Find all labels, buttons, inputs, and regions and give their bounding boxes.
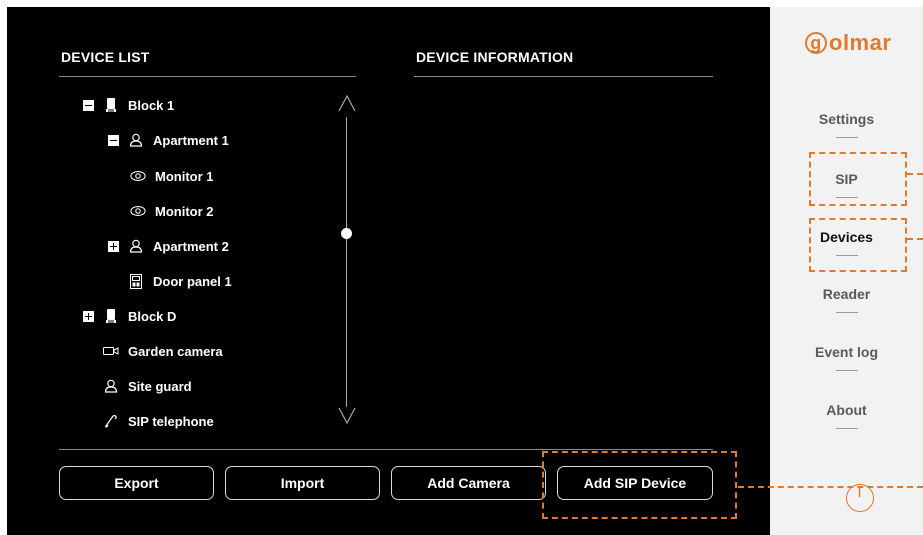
menu-reader[interactable]: Reader [770, 286, 923, 313]
export-button[interactable]: Export [59, 466, 214, 500]
menu-underline [835, 312, 858, 313]
device-info-title: DEVICE INFORMATION [416, 49, 574, 65]
bottom-divider [59, 449, 713, 450]
menu-settings[interactable]: Settings [770, 111, 923, 138]
expand-icon[interactable] [83, 310, 94, 322]
device-list-title: DEVICE LIST [61, 49, 150, 65]
menu-underline [835, 137, 858, 138]
monitor-eye-icon [130, 168, 146, 184]
collapse-icon[interactable] [108, 134, 119, 146]
power-icon[interactable] [846, 484, 874, 512]
device-list-divider [59, 76, 356, 77]
highlight-sip-connector [907, 173, 923, 175]
tree-item-label: Site guard [128, 378, 192, 394]
device-info-divider [414, 76, 713, 77]
tree-item-label: Monitor 2 [155, 203, 214, 219]
logo-mark: g [805, 32, 827, 54]
tree-item-apartment-1[interactable]: Apartment 1 [108, 130, 229, 150]
menu-label: Reader [822, 286, 871, 302]
tree-item-block-d[interactable]: Block D [83, 306, 176, 326]
menu-about[interactable]: About [770, 402, 923, 429]
tree-item-label: Door panel 1 [153, 273, 232, 289]
import-button[interactable]: Import [225, 466, 380, 500]
collapse-icon[interactable] [83, 99, 94, 111]
tree-item-label: Monitor 1 [155, 168, 214, 184]
tree-item-apartment-2[interactable]: Apartment 2 [108, 236, 229, 256]
tree-item-monitor-1[interactable]: Monitor 1 [130, 166, 214, 186]
tree-item-site-guard[interactable]: Site guard [103, 376, 192, 396]
highlight-devices-connector [907, 238, 923, 240]
camera-icon [103, 343, 119, 359]
person-icon [103, 378, 119, 394]
tree-item-monitor-2[interactable]: Monitor 2 [130, 201, 214, 221]
menu-label: Settings [818, 111, 875, 127]
tree-item-label: Apartment 2 [153, 238, 229, 254]
highlight-add-sip-device [542, 451, 737, 519]
tree-item-label: Apartment 1 [153, 132, 229, 148]
highlight-sip [809, 152, 907, 206]
scrollbar-track[interactable] [346, 117, 347, 407]
building-icon [103, 308, 119, 324]
scroll-up-arrow[interactable] [337, 94, 357, 117]
menu-event-log[interactable]: Event log [770, 344, 923, 371]
building-icon [103, 97, 119, 113]
highlight-connector [738, 486, 923, 488]
highlight-devices [809, 218, 907, 272]
tree-item-sip-telephone[interactable]: SIP telephone [103, 411, 214, 431]
tree-item-label: Garden camera [128, 343, 223, 359]
golmar-logo: g olmar [805, 30, 891, 56]
person-icon [128, 132, 144, 148]
tree-item-label: Block 1 [128, 97, 175, 113]
telephone-icon [103, 413, 119, 429]
tree-item-door-panel-1[interactable]: Door panel 1 [128, 271, 232, 291]
scrollbar-thumb[interactable] [341, 228, 352, 239]
tree-item-block-1[interactable]: Block 1 [83, 95, 174, 115]
menu-underline [835, 428, 858, 429]
person-icon [128, 238, 144, 254]
menu-label: Event log [814, 344, 878, 360]
expand-icon[interactable] [108, 240, 119, 252]
door-panel-icon [128, 273, 144, 289]
tree-item-label: SIP telephone [128, 413, 214, 429]
scroll-down-arrow[interactable] [337, 407, 357, 430]
tree-item-garden-camera[interactable]: Garden camera [103, 341, 223, 361]
add-camera-button[interactable]: Add Camera [391, 466, 546, 500]
logo-text: olmar [829, 30, 892, 55]
menu-label: About [826, 402, 867, 418]
menu-underline [835, 370, 858, 371]
tree-item-label: Block D [128, 308, 177, 324]
monitor-eye-icon [130, 203, 146, 219]
